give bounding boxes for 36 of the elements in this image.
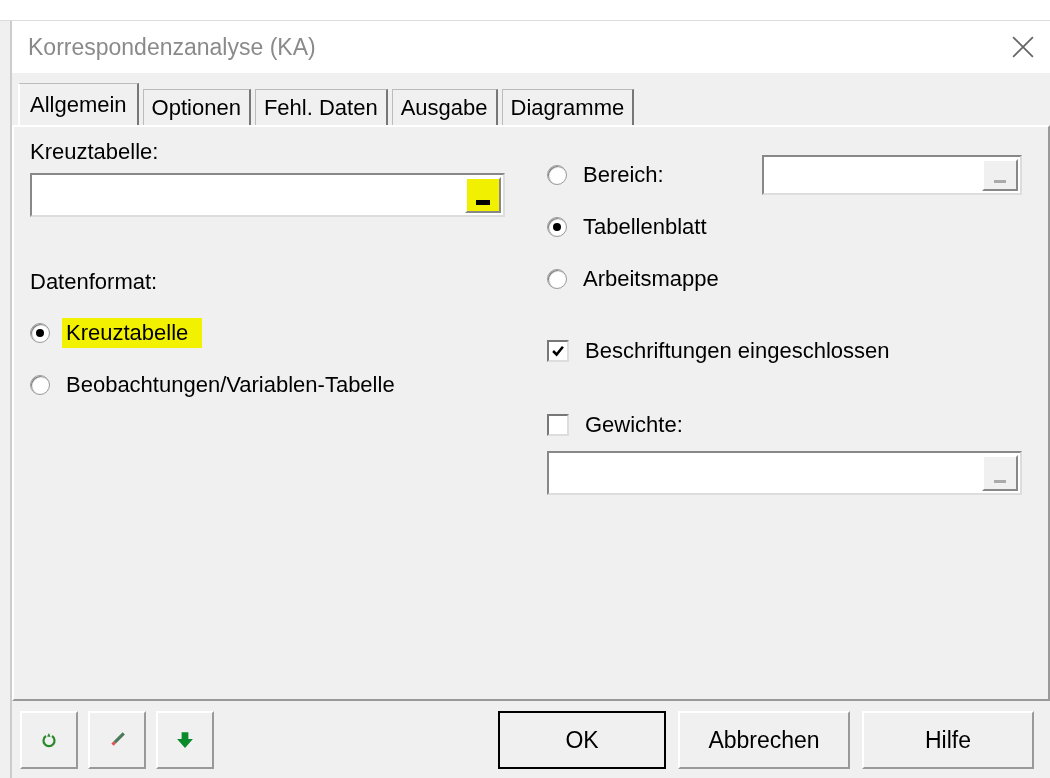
crosstab-field[interactable] xyxy=(30,173,505,217)
dialog-button[interactable]: Abbrechen xyxy=(678,711,850,769)
radio-button[interactable] xyxy=(30,375,50,395)
field-label: Kreuztabelle: xyxy=(30,139,160,165)
option-label: Arbeitsmappe xyxy=(582,265,720,293)
option-label: Beobachtungen/Variablen-Tabelle xyxy=(65,371,396,399)
option-label: Kreuztabelle xyxy=(62,318,203,348)
weights-field[interactable] xyxy=(547,451,1022,495)
dialog-button[interactable]: OK xyxy=(498,711,666,769)
refresh-icon xyxy=(41,732,57,748)
radio-button[interactable] xyxy=(547,217,567,237)
down-arrow-icon xyxy=(176,731,194,749)
tab[interactable]: Diagramme xyxy=(501,89,635,125)
tab[interactable]: Fehl. Daten xyxy=(254,89,388,125)
option-label: Bereich: xyxy=(582,161,665,189)
close-icon[interactable] xyxy=(1012,36,1034,58)
checkbox-label: Beschriftungen eingeschlossen xyxy=(584,337,891,365)
range-field[interactable] xyxy=(762,155,1022,195)
radio-button[interactable] xyxy=(30,323,50,343)
tab[interactable]: Allgemein xyxy=(18,83,139,125)
clear-button[interactable] xyxy=(88,711,146,769)
dialog-button[interactable]: Hilfe xyxy=(862,711,1034,769)
section-label: Datenformat: xyxy=(30,269,159,295)
check-icon xyxy=(551,344,565,358)
window-title: Korrespondenzanalyse (KA) xyxy=(28,33,316,61)
tab[interactable]: Optionen xyxy=(142,89,251,125)
down-button[interactable] xyxy=(156,711,214,769)
checkbox[interactable] xyxy=(547,414,569,436)
reset-button[interactable] xyxy=(20,711,78,769)
range-picker-button[interactable] xyxy=(465,177,501,213)
checkbox-label: Gewichte: xyxy=(584,411,684,439)
option-label: Tabellenblatt xyxy=(582,213,708,241)
radio-button[interactable] xyxy=(547,269,567,289)
radio-button[interactable] xyxy=(547,165,567,185)
tab[interactable]: Ausgabe xyxy=(391,89,498,125)
checkbox[interactable] xyxy=(547,340,569,362)
